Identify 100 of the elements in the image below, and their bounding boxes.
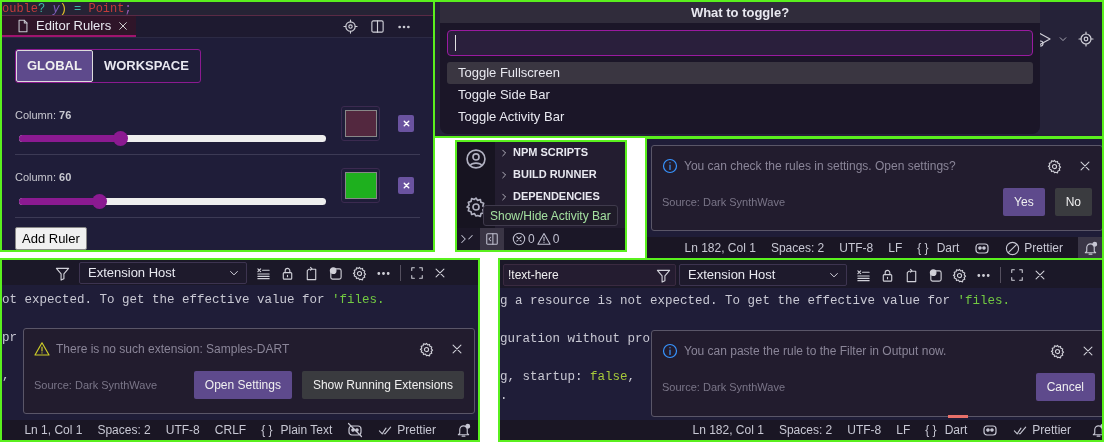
quick-pick-item[interactable]: Toggle Side Bar: [447, 84, 1033, 106]
problems-indicator[interactable]: 0 0: [512, 230, 560, 248]
settings-icon[interactable]: [1050, 343, 1065, 359]
notification-message: You can check the rules in settings. Open settings?: [684, 158, 956, 175]
status-item[interactable]: Dart: [944, 421, 968, 439]
status-item[interactable]: Ln 182, Col 1: [692, 421, 764, 439]
notifications-button[interactable]: [1078, 237, 1102, 259]
tooltip: Show/Hide Activity Bar: [483, 205, 618, 226]
notification-button[interactable]: No: [1054, 188, 1092, 216]
filter-field[interactable]: !text-here: [503, 264, 676, 286]
status-item[interactable]: UTF-8: [847, 421, 882, 439]
quick-pick-item[interactable]: Toggle Fullscreen: [447, 62, 1033, 84]
braces-icon[interactable]: { }: [917, 239, 929, 257]
target-icon[interactable]: [1078, 31, 1094, 47]
scope-tab[interactable]: WORKSPACE: [92, 50, 200, 82]
channel-dropdown[interactable]: Extension Host: [79, 262, 247, 284]
progress-mark: [948, 415, 968, 418]
warning-icon: [34, 341, 50, 357]
notification-button[interactable]: Cancel: [1035, 373, 1095, 401]
status-item[interactable]: Ln 1, Col 1: [24, 421, 83, 439]
section-header[interactable]: NPM SCRIPTS: [513, 144, 589, 161]
prettier-status[interactable]: Prettier: [378, 421, 436, 439]
new-file-icon[interactable]: [928, 267, 943, 283]
notification-source: Source: Dark SynthWave: [662, 194, 786, 210]
braces-icon[interactable]: { }: [261, 421, 273, 439]
notification-button[interactable]: Show Running Extensions: [301, 371, 464, 399]
column-label: Column: 76: [15, 107, 73, 123]
clear-output-icon[interactable]: [256, 265, 271, 281]
account-icon[interactable]: [465, 148, 487, 170]
panel-icon: [485, 232, 499, 246]
robot-icon[interactable]: [982, 422, 999, 438]
editor-tab[interactable]: Editor Rulers: [2, 16, 136, 37]
status-item[interactable]: Plain Text: [280, 421, 333, 439]
prohibited-icon: [1005, 240, 1021, 256]
status-item[interactable]: Spaces: 2: [770, 239, 825, 257]
code-line: ,: [2, 368, 10, 385]
status-item[interactable]: LF: [888, 239, 903, 257]
robot-icon[interactable]: [974, 240, 991, 256]
toggle-activity-bar-button[interactable]: [480, 228, 504, 250]
close-icon[interactable]: [1033, 268, 1047, 282]
maximize-icon[interactable]: [1010, 268, 1024, 282]
remote-icon[interactable]: [460, 232, 474, 246]
copy-icon[interactable]: [904, 267, 919, 283]
add-ruler-button[interactable]: Add Ruler: [15, 226, 87, 250]
filter-icon[interactable]: [55, 265, 70, 281]
section-header[interactable]: BUILD RUNNER: [513, 166, 597, 183]
settings-icon[interactable]: [352, 265, 367, 281]
clear-output-icon[interactable]: [856, 267, 871, 283]
split-editor-icon[interactable]: [370, 19, 385, 34]
notification-button[interactable]: Open Settings: [193, 371, 292, 399]
settings-icon[interactable]: [1047, 158, 1062, 174]
slider-thumb[interactable]: [91, 193, 107, 209]
status-item[interactable]: UTF-8: [839, 239, 874, 257]
filter-icon[interactable]: [656, 267, 671, 283]
status-item[interactable]: Spaces: 2: [97, 421, 151, 439]
delete-button[interactable]: [398, 177, 414, 195]
bell-icon: [455, 422, 471, 438]
settings-icon[interactable]: [419, 341, 434, 357]
close-icon: [401, 118, 411, 128]
lock-icon[interactable]: [880, 267, 895, 283]
settings-icon[interactable]: [952, 267, 967, 283]
code-line: .: [500, 388, 508, 405]
delete-button[interactable]: [398, 114, 414, 132]
code-line: guration without pro: [500, 331, 651, 348]
maximize-icon[interactable]: [410, 266, 424, 280]
status-item[interactable]: Ln 182, Col 1: [684, 239, 756, 257]
status-item[interactable]: UTF-8: [165, 421, 200, 439]
channel-dropdown[interactable]: Extension Host: [679, 264, 847, 286]
copy-icon[interactable]: [304, 265, 319, 281]
code-line: pr: [2, 330, 17, 347]
settings-icon[interactable]: [465, 196, 487, 218]
close-icon[interactable]: [450, 342, 464, 356]
braces-icon[interactable]: { }: [925, 421, 937, 439]
chevron-right-icon[interactable]: [499, 169, 509, 180]
notification-message: There is no such extension: Samples-DART: [56, 341, 290, 358]
close-icon[interactable]: [117, 19, 130, 32]
close-icon[interactable]: [1078, 159, 1092, 173]
slider-thumb[interactable]: [113, 131, 129, 146]
status-item[interactable]: CRLF: [214, 421, 247, 439]
robot-off-icon[interactable]: [347, 422, 364, 438]
target-icon[interactable]: [343, 19, 358, 34]
status-item[interactable]: LF: [896, 421, 911, 439]
chevron-right-icon[interactable]: [499, 147, 509, 158]
notification-button[interactable]: Yes: [1003, 188, 1045, 216]
lock-icon[interactable]: [280, 265, 295, 281]
prettier-status[interactable]: Prettier: [1013, 421, 1071, 439]
quick-pick-input[interactable]: [447, 30, 1033, 56]
prettier-status[interactable]: Prettier: [1005, 239, 1063, 257]
new-file-icon[interactable]: [328, 265, 343, 281]
close-icon[interactable]: [433, 266, 447, 280]
chevron-right-icon[interactable]: [499, 191, 509, 202]
close-icon[interactable]: [1081, 344, 1095, 358]
section-header[interactable]: DEPENDENCIES: [513, 188, 600, 205]
code-line: g, startup: false,: [500, 369, 636, 386]
status-item[interactable]: Dart: [936, 239, 960, 257]
notification-source: Source: Dark SynthWave: [34, 377, 158, 393]
status-item[interactable]: Spaces: 2: [778, 421, 833, 439]
scope-tab[interactable]: GLOBAL: [16, 50, 93, 82]
quick-pick-item[interactable]: Toggle Activity Bar: [447, 106, 1033, 128]
chevron-down-icon[interactable]: [1058, 34, 1068, 44]
